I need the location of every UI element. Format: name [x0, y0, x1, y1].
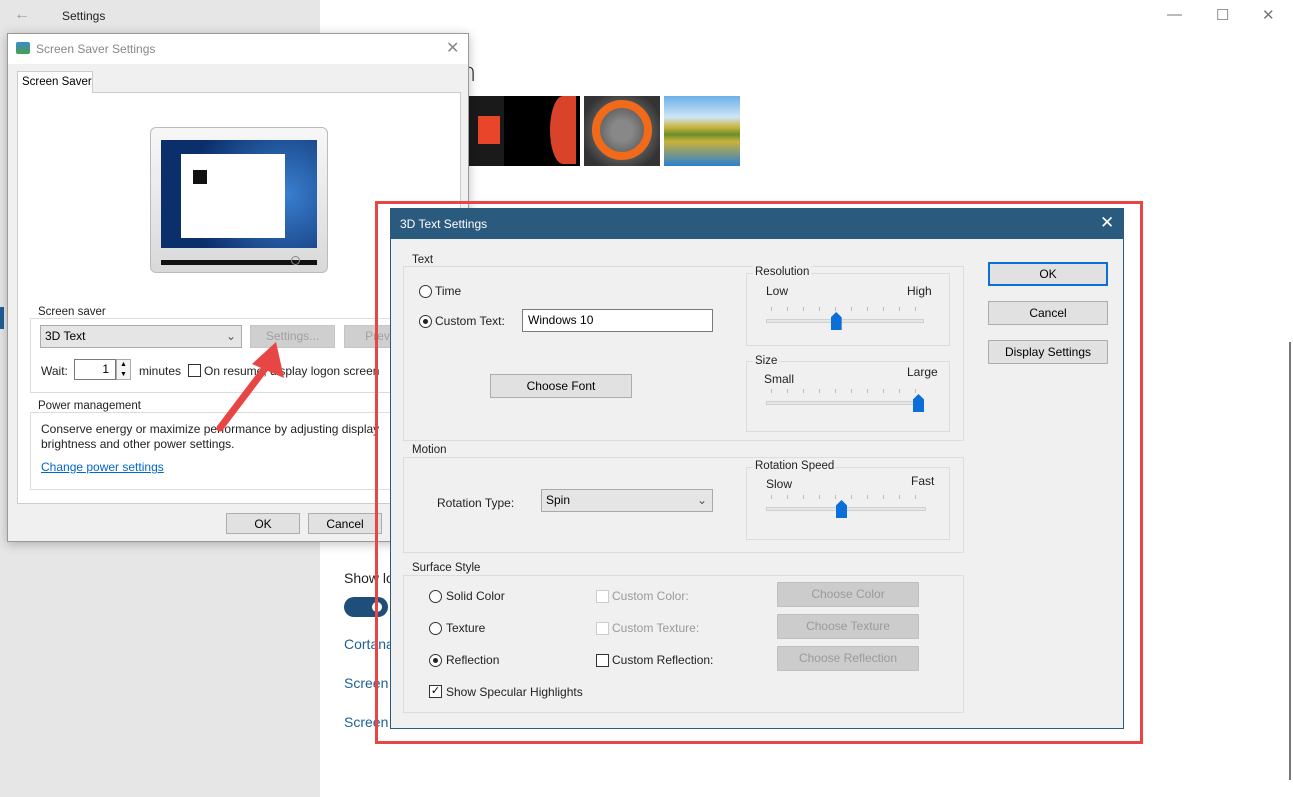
slider-ticks [771, 389, 921, 393]
change-power-settings-link[interactable]: Change power settings [41, 460, 164, 474]
rotation-speed-label: Rotation Speed [753, 460, 837, 472]
cancel-button[interactable]: Cancel [988, 301, 1108, 325]
solid-color-label: Solid Color [446, 589, 505, 603]
rotation-type-label: Rotation Type: [437, 496, 515, 510]
settings-title: Settings [62, 9, 106, 23]
minimize-icon[interactable]: — [1167, 6, 1182, 23]
chevron-down-icon: ⌄ [696, 493, 707, 507]
rotation-type-value: Spin [546, 493, 571, 507]
rotation-type-select[interactable]: Spin ⌄ [541, 489, 713, 512]
swoosh-shape [550, 96, 576, 164]
close-icon[interactable]: ✕ [446, 38, 459, 58]
motion-group-label: Motion [410, 444, 449, 456]
rotation-speed-slider[interactable] [766, 495, 926, 525]
tab-screen-saver[interactable]: Screen Saver [17, 71, 93, 93]
screen-saver-icon [16, 42, 30, 54]
resolution-high-label: High [907, 284, 932, 298]
slider-thumb[interactable] [830, 312, 842, 330]
ring-shape [592, 100, 652, 160]
power-button-icon [291, 256, 300, 265]
text3d-settings-dialog: 3D Text Settings ✕ Text Time Custom Text… [390, 208, 1124, 729]
wait-label: Wait: [41, 364, 68, 378]
resolution-low-label: Low [766, 284, 789, 298]
display-settings-button[interactable]: Display Settings [988, 340, 1108, 364]
resolution-slider[interactable] [766, 307, 924, 337]
show-specular-checkbox[interactable]: ✓ [429, 685, 442, 698]
scrollbar[interactable] [1289, 342, 1291, 780]
dialog-title: Screen Saver Settings [36, 42, 156, 56]
background-thumbnail-ring[interactable] [584, 96, 660, 166]
cancel-button[interactable]: Cancel [308, 513, 382, 534]
custom-text-radio[interactable] [419, 315, 432, 328]
close-icon[interactable]: ✕ [1262, 6, 1275, 24]
custom-text-label: Custom Text: [435, 314, 505, 328]
size-label: Size [753, 355, 780, 367]
slider-ticks [771, 495, 921, 499]
size-slider[interactable] [766, 389, 924, 419]
slider-thumb[interactable] [913, 394, 924, 412]
custom-texture-label: Custom Texture: [612, 621, 700, 635]
custom-color-checkbox[interactable] [596, 590, 609, 603]
preview-thumb [193, 170, 207, 184]
choose-reflection-button[interactable]: Choose Reflection [777, 646, 919, 671]
power-description: Conserve energy or maximize performance … [41, 422, 380, 451]
wait-spinner[interactable]: ▲ ▼ [116, 359, 131, 380]
choose-texture-button[interactable]: Choose Texture [777, 614, 919, 639]
slider-ticks [771, 307, 921, 311]
dialog-titlebar: 3D Text Settings ✕ [391, 209, 1123, 239]
custom-text-input[interactable]: Windows 10 [522, 309, 713, 332]
time-radio[interactable] [419, 285, 432, 298]
slider-track [766, 319, 924, 323]
solid-color-radio[interactable] [429, 590, 442, 603]
texture-radio[interactable] [429, 622, 442, 635]
background-thumbnail-mountain[interactable] [664, 96, 740, 166]
preview-screen [161, 140, 317, 265]
screen-saver-value: 3D Text [45, 329, 86, 343]
ok-button[interactable]: OK [988, 262, 1108, 286]
reflection-radio[interactable] [429, 654, 442, 667]
resolution-label: Resolution [753, 266, 812, 278]
rotation-fast-label: Fast [911, 474, 935, 488]
rotation-slow-label: Slow [766, 477, 793, 491]
maximize-icon[interactable]: ☐ [1216, 6, 1229, 24]
custom-reflection-checkbox[interactable] [596, 654, 609, 667]
nav-selection-indicator [0, 307, 4, 329]
ok-button[interactable]: OK [226, 513, 300, 534]
minutes-label: minutes [139, 364, 182, 378]
background-thumbnail-red-swoosh[interactable] [504, 96, 580, 166]
windows-logo-icon [478, 116, 500, 144]
on-resume-checkbox[interactable] [188, 364, 201, 377]
time-label: Time [435, 284, 462, 298]
annotation-arrow-icon [216, 342, 284, 432]
screen-saver-group-label: Screen saver [36, 306, 108, 318]
choose-font-button[interactable]: Choose Font [490, 374, 632, 398]
back-arrow-icon[interactable]: ← [14, 6, 30, 24]
texture-label: Texture [446, 621, 486, 635]
checkmark-icon: ✓ [430, 685, 441, 697]
custom-color-label: Custom Color: [612, 589, 689, 603]
surface-style-label: Surface Style [410, 562, 483, 574]
custom-reflection-label: Custom Reflection: [612, 653, 714, 667]
custom-texture-checkbox[interactable] [596, 622, 609, 635]
dialog-title: 3D Text Settings [400, 217, 488, 231]
size-small-label: Small [764, 372, 795, 386]
size-large-label: Large [907, 365, 938, 379]
monitor-preview [150, 127, 328, 273]
slider-track [766, 401, 924, 405]
choose-color-button[interactable]: Choose Color [777, 582, 919, 607]
dialog-titlebar: Screen Saver Settings ✕ [8, 34, 468, 64]
preview-window [181, 154, 285, 238]
slider-thumb[interactable] [836, 500, 848, 518]
show-specular-label: Show Specular Highlights [446, 685, 583, 699]
wait-input[interactable]: 1 [74, 359, 116, 380]
reflection-label: Reflection [446, 653, 500, 667]
text-group-label: Text [410, 254, 436, 266]
close-icon[interactable]: ✕ [1100, 213, 1114, 233]
power-management-label: Power management [36, 400, 143, 412]
